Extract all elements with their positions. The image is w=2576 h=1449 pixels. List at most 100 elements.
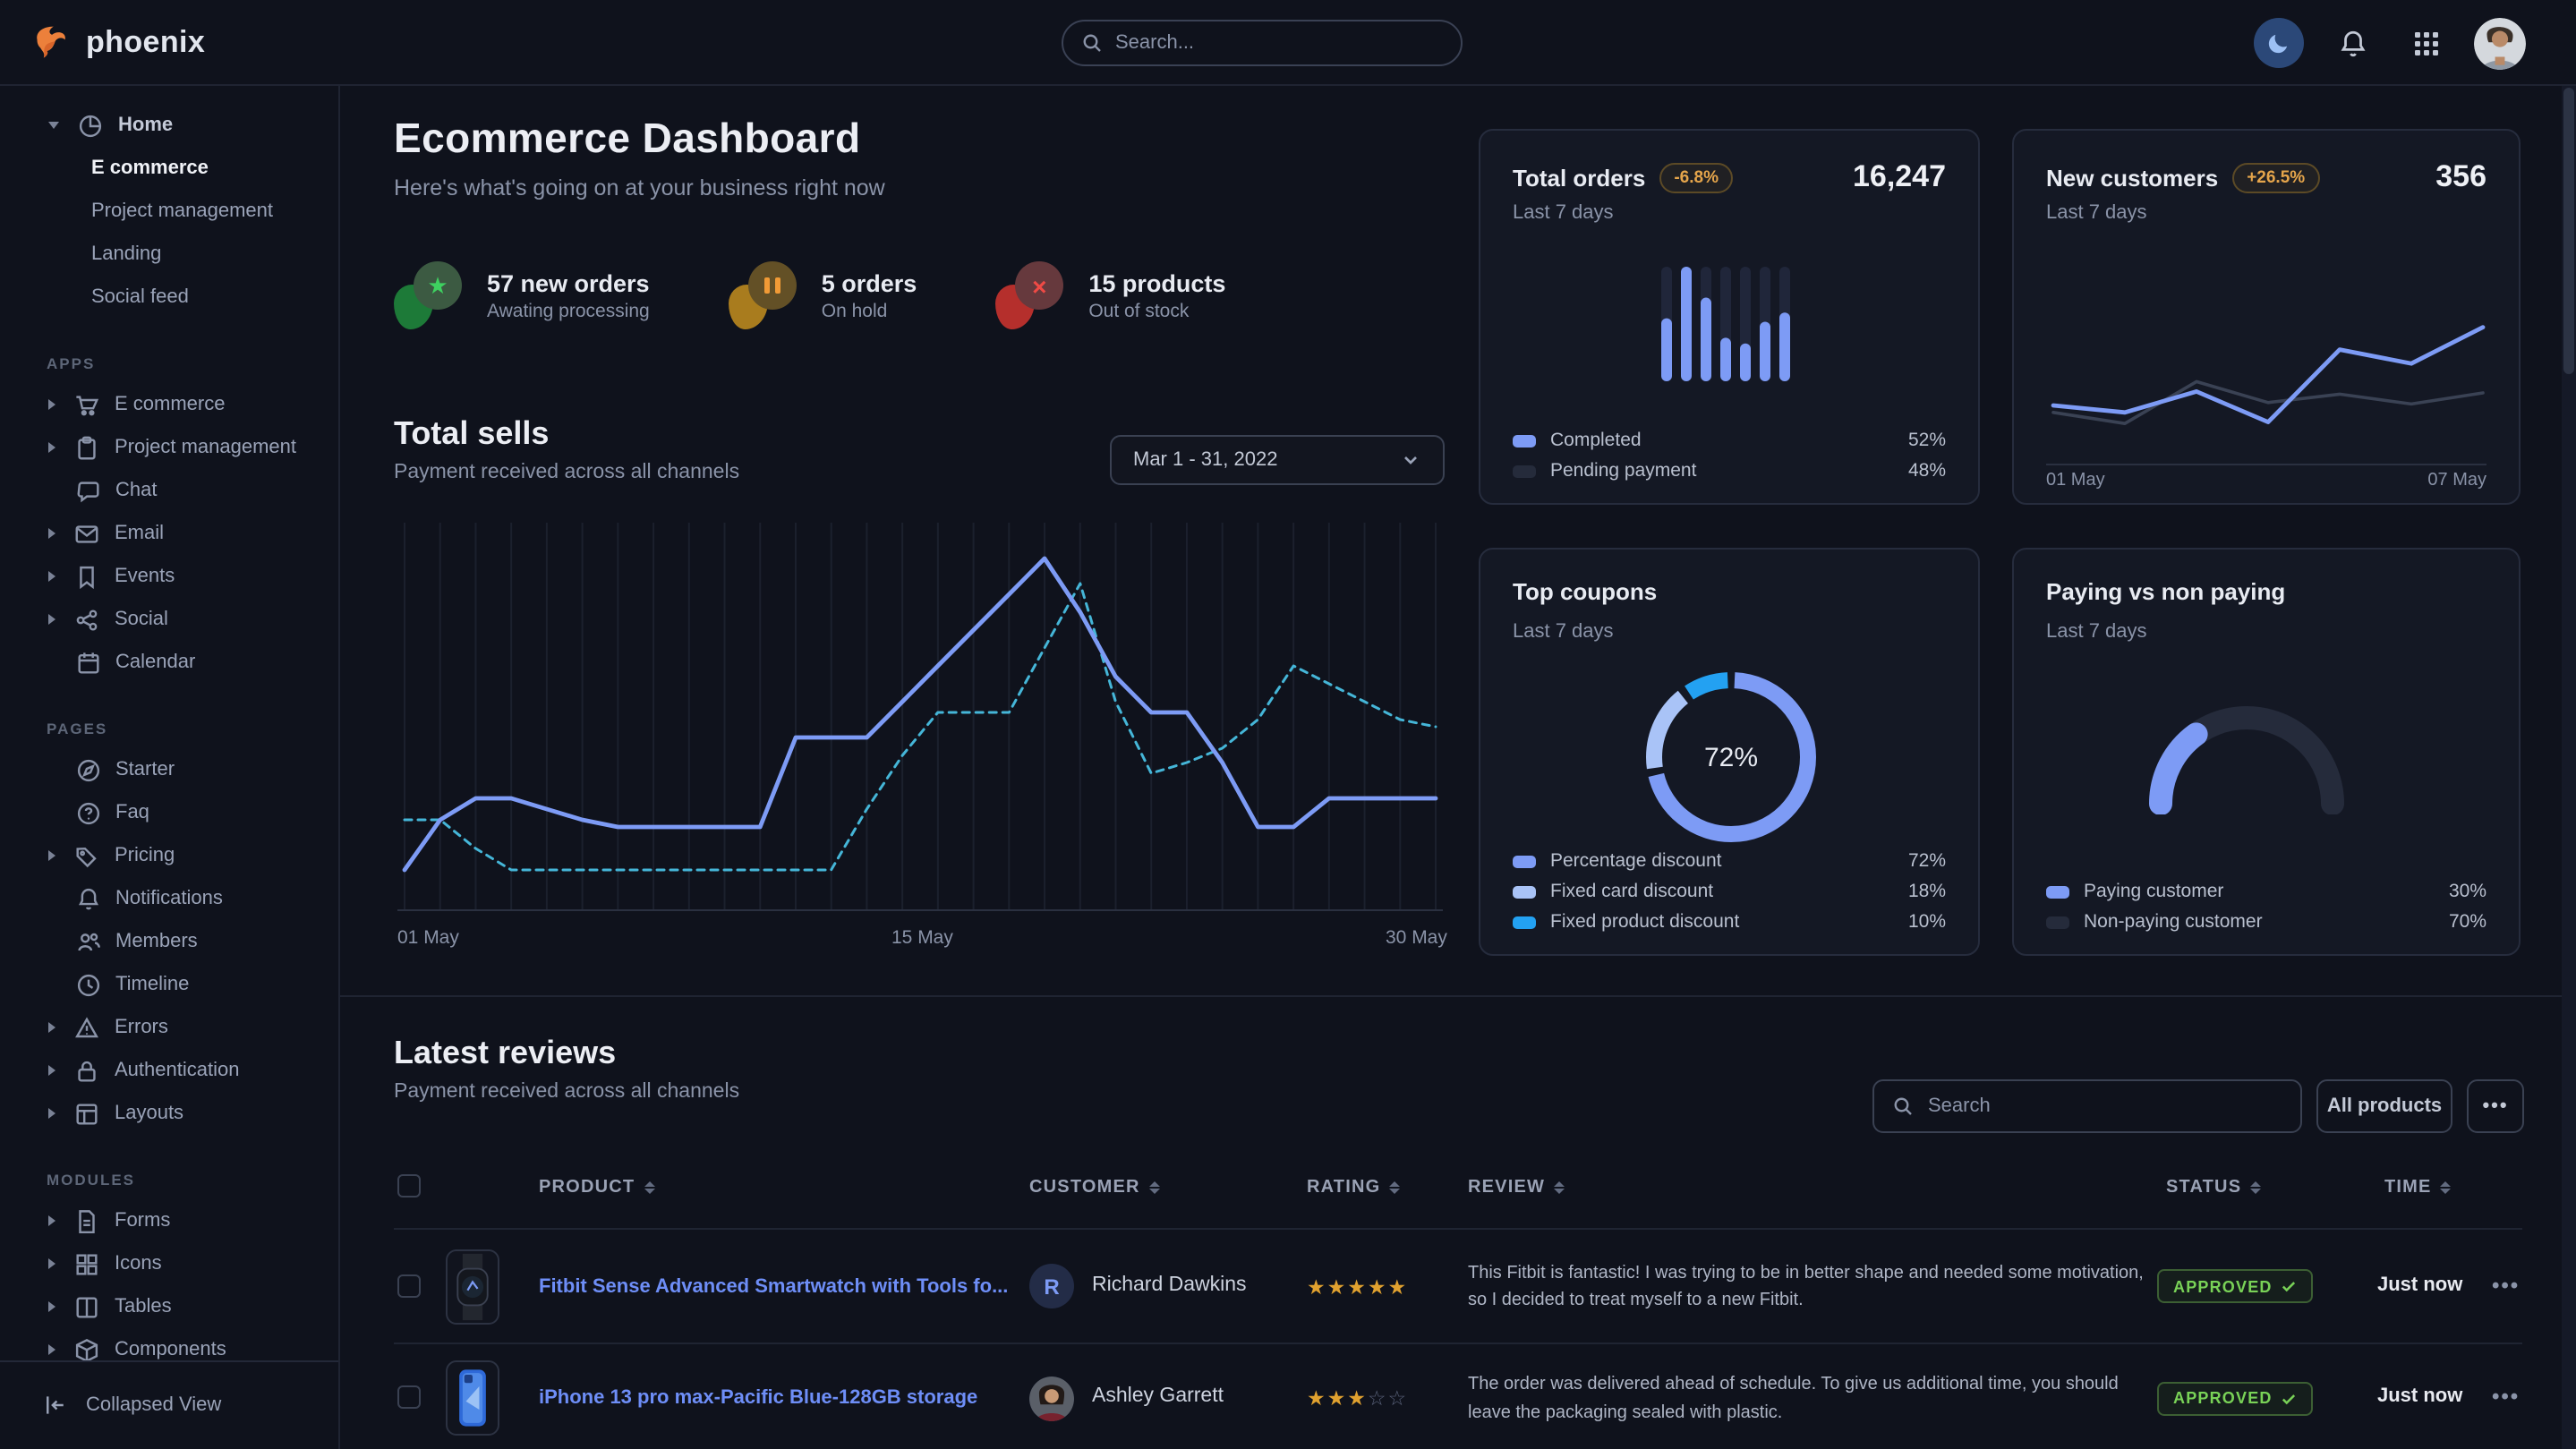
stat-label: Awating processing — [487, 300, 650, 321]
calendar-icon — [74, 649, 101, 676]
clock-icon — [74, 971, 101, 998]
latest-reviews-subtitle: Payment received across all channels — [394, 1081, 739, 1103]
reviews-search-input[interactable] — [1928, 1095, 2282, 1117]
star-filled-icon: ★ — [1307, 1277, 1327, 1299]
sidebar-item-icons[interactable]: Icons — [0, 1242, 338, 1285]
status-label: APPROVED — [2173, 1277, 2273, 1295]
notifications-bell-icon[interactable] — [2327, 18, 2377, 68]
user-avatar[interactable] — [2474, 17, 2526, 69]
box-icon — [73, 1336, 100, 1363]
sidebar-item-authentication[interactable]: Authentication — [0, 1049, 338, 1092]
sidebar-subitem-e-commerce[interactable]: E commerce — [0, 147, 338, 190]
sidebar-item-project-management[interactable]: Project management — [0, 426, 338, 469]
rating-stars: ★★★☆☆ — [1307, 1385, 1408, 1411]
sidebar-item-members[interactable]: Members — [0, 920, 338, 963]
legend-paying-customer: Paying customer30% — [2046, 881, 2486, 902]
sidebar-item-label: Home — [118, 115, 173, 136]
sidebar-item-faq[interactable]: Faq — [0, 791, 338, 834]
star-empty-icon: ☆ — [1388, 1389, 1409, 1411]
phoenix-logo-icon — [32, 23, 72, 63]
apps-grid-icon[interactable] — [2401, 18, 2451, 68]
sidebar-item-calendar[interactable]: Calendar — [0, 641, 338, 684]
row-actions-button[interactable]: ••• — [2492, 1384, 2520, 1409]
select-all-checkbox[interactable] — [397, 1174, 421, 1198]
sidebar-item-events[interactable]: Events — [0, 555, 338, 598]
stat-text: 15 productsOut of stock — [1088, 269, 1225, 321]
bookmark-icon — [73, 563, 100, 590]
spark-xtick-end: 07 May — [2427, 471, 2486, 490]
new-customers-period: Last 7 days — [2046, 202, 2147, 224]
top-coupons-legend: Percentage discount72%Fixed card discoun… — [1513, 850, 1946, 933]
users-icon — [74, 928, 101, 955]
new-customers-line-chart — [2050, 306, 2486, 460]
product-link[interactable]: iPhone 13 pro max-Pacific Blue-128GB sto… — [539, 1387, 977, 1409]
legend-label: Non-paying customer — [2084, 911, 2449, 933]
scrollbar-thumb[interactable] — [2563, 88, 2574, 374]
sidebar-item-home[interactable]: Home — [0, 104, 338, 147]
sidebar-item-notifications[interactable]: Notifications — [0, 877, 338, 920]
reviews-more-button[interactable]: ••• — [2467, 1079, 2524, 1133]
sort-icon — [1389, 1181, 1400, 1195]
sidebar-subitem-project-management[interactable]: Project management — [0, 190, 338, 233]
sidebar-item-layouts[interactable]: Layouts — [0, 1092, 338, 1135]
sidebar-item-starter[interactable]: Starter — [0, 748, 338, 791]
paying-card: Paying vs non paying Last 7 days Paying … — [2012, 548, 2521, 956]
date-range-select[interactable]: Mar 1 - 31, 2022 — [1110, 435, 1445, 485]
global-search[interactable] — [1062, 20, 1463, 66]
search-icon — [1892, 1095, 1914, 1117]
latest-reviews-header: Latest reviews Payment received across a… — [394, 1035, 739, 1103]
column-label: STATUS — [2166, 1178, 2241, 1198]
sidebar-item-forms[interactable]: Forms — [0, 1199, 338, 1242]
legend-swatch — [1513, 916, 1536, 928]
caret-right-icon — [48, 1215, 55, 1226]
total-sells-title: Total sells — [394, 415, 739, 453]
paying-legend: Paying customer30%Non-paying customer70% — [2046, 881, 2486, 933]
brand-link[interactable]: phoenix — [32, 0, 205, 86]
sidebar-item-email[interactable]: Email — [0, 512, 338, 555]
column-header-customer[interactable]: CUSTOMER — [1029, 1178, 1160, 1198]
top-coupons-donut-chart: 72% — [1638, 664, 1824, 850]
column-header-rating[interactable]: RATING — [1307, 1178, 1400, 1198]
paying-gauge-chart — [2139, 696, 2354, 814]
reviews-table-header: PRODUCT CUSTOMER RATING REVIEW STATUS TIME — [394, 1163, 2522, 1228]
sidebar-item-pricing[interactable]: Pricing — [0, 834, 338, 877]
sidebar-item-errors[interactable]: Errors — [0, 1006, 338, 1049]
reviews-search[interactable] — [1872, 1079, 2302, 1133]
brand-name: phoenix — [86, 25, 205, 61]
sidebar-item-e-commerce[interactable]: E commerce — [0, 383, 338, 426]
legend-swatch — [2046, 885, 2069, 898]
all-products-button[interactable]: All products — [2316, 1079, 2452, 1133]
top-coupons-title: Top coupons — [1513, 578, 1657, 605]
legend-value: 72% — [1908, 850, 1946, 872]
star-filled-icon: ★ — [1388, 1277, 1409, 1299]
collapsed-view-toggle[interactable]: Collapsed View — [0, 1360, 338, 1446]
top-coupons-period: Last 7 days — [1513, 621, 1614, 643]
sidebar-item-chat[interactable]: Chat — [0, 469, 338, 512]
sidebar-item-timeline[interactable]: Timeline — [0, 963, 338, 1006]
status-label: APPROVED — [2173, 1389, 2273, 1407]
sidebar-subitem-landing[interactable]: Landing — [0, 233, 338, 276]
row-actions-button[interactable]: ••• — [2492, 1272, 2520, 1297]
star-filled-icon: ★ — [1327, 1277, 1348, 1299]
product-link[interactable]: Fitbit Sense Advanced Smartwatch with To… — [539, 1275, 1008, 1297]
stat-label: On hold — [822, 300, 917, 321]
row-checkbox[interactable] — [397, 1274, 421, 1297]
column-header-review[interactable]: REVIEW — [1468, 1178, 1565, 1198]
column-header-time[interactable]: TIME — [2384, 1178, 2452, 1198]
sidebar-subitem-social-feed[interactable]: Social feed — [0, 276, 338, 319]
total-orders-period: Last 7 days — [1513, 202, 1614, 224]
total-orders-title: Total orders — [1513, 164, 1645, 191]
column-header-product[interactable]: PRODUCT — [539, 1178, 654, 1198]
page-scrollbar[interactable] — [2562, 0, 2576, 1449]
caret-down-icon — [48, 122, 59, 129]
global-search-input[interactable] — [1115, 32, 1443, 54]
caret-right-icon — [48, 1108, 55, 1119]
theme-toggle-button[interactable] — [2254, 18, 2304, 68]
row-checkbox[interactable] — [397, 1385, 421, 1409]
sidebar-item-social[interactable]: Social — [0, 598, 338, 641]
column-header-status[interactable]: STATUS — [2166, 1178, 2261, 1198]
legend-swatch — [2046, 916, 2069, 928]
stat-text: 5 ordersOn hold — [822, 269, 917, 321]
sidebar-item-tables[interactable]: Tables — [0, 1285, 338, 1328]
total-orders-badge: -6.8% — [1659, 162, 1733, 192]
